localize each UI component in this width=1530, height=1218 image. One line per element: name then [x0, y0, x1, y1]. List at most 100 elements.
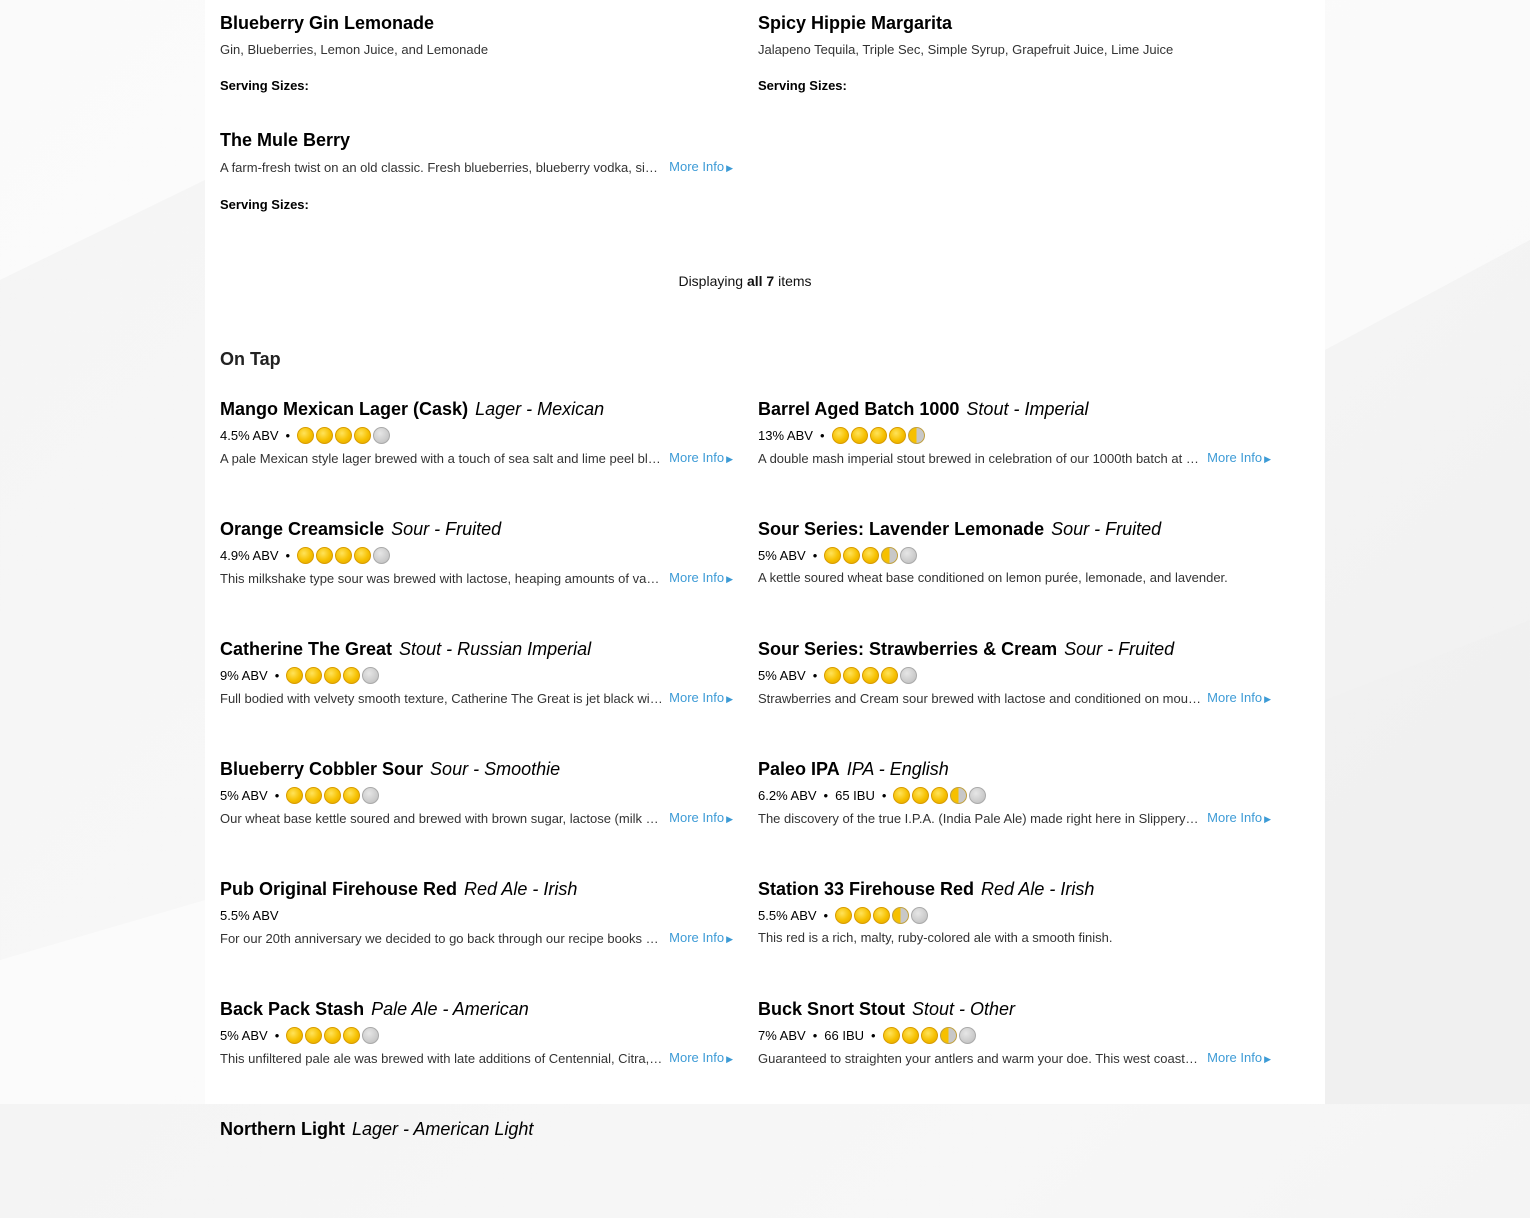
beer-name[interactable]: Paleo IPA	[758, 759, 840, 779]
rating-caps	[893, 786, 987, 804]
bottle-cap-icon	[316, 426, 334, 444]
abv: 9% ABV	[220, 667, 268, 683]
beer-meta: 5% ABV •	[220, 1025, 733, 1045]
cocktail-name: Spicy Hippie Margarita	[758, 13, 953, 33]
abv: 4.5% ABV	[220, 427, 279, 443]
separator-dot: •	[274, 1027, 280, 1043]
serving-sizes-label: Serving Sizes:	[758, 78, 847, 93]
triangle-right-icon: ▶	[726, 934, 733, 944]
abv: 5% ABV	[758, 667, 806, 683]
beer-name[interactable]: Orange Creamsicle	[220, 519, 384, 539]
beer-name[interactable]: Sour Series: Strawberries & Cream	[758, 639, 1057, 659]
beer-meta: 6.2% ABV • 65 IBU •	[758, 785, 1271, 805]
more-info-link[interactable]: More Info ▶	[669, 158, 733, 177]
more-info-link[interactable]: More Info ▶	[1207, 809, 1271, 828]
beer-name[interactable]: Back Pack Stash	[220, 999, 364, 1019]
beer-description: A kettle soured wheat base conditioned o…	[758, 570, 1228, 585]
cocktail-ingredients: Gin, Blueberries, Lemon Juice, and Lemon…	[220, 42, 489, 57]
bottle-cap-icon	[335, 426, 353, 444]
beer-name[interactable]: Mango Mexican Lager (Cask)	[220, 399, 468, 419]
beer-style: Red Ale - Irish	[464, 879, 578, 899]
cocktail-name: The Mule Berry	[220, 130, 351, 150]
bottle-cap-icon	[888, 426, 906, 444]
abv: 5.5% ABV	[758, 907, 817, 923]
more-info-link[interactable]: More Info ▶	[1207, 449, 1271, 468]
ibu: 66 IBU	[824, 1027, 865, 1043]
more-info-link[interactable]: More Info ▶	[669, 809, 733, 828]
beer-name[interactable]: Pub Original Firehouse Red	[220, 879, 457, 899]
bottle-cap-icon	[907, 426, 925, 444]
bottle-cap-icon	[835, 906, 853, 924]
bottle-cap-icon	[824, 666, 842, 684]
bottle-cap-icon	[939, 1026, 957, 1044]
more-info-link[interactable]: More Info ▶	[669, 449, 733, 468]
separator-dot: •	[881, 787, 887, 803]
bottle-cap-icon	[892, 906, 910, 924]
more-info-link[interactable]: More Info ▶	[669, 569, 733, 588]
cocktail-item: The Mule Berry A farm-fresh twist on an …	[220, 117, 733, 234]
beer-style: Pale Ale - American	[371, 999, 529, 1019]
bottle-cap-icon	[881, 666, 899, 684]
triangle-right-icon: ▶	[726, 1054, 733, 1064]
beer-description: A double mash imperial stout brewed in c…	[758, 451, 1201, 466]
beer-style: Stout - Imperial	[966, 399, 1089, 419]
beer-name[interactable]: Buck Snort Stout	[758, 999, 905, 1019]
beer-description: This milkshake type sour was brewed with…	[220, 571, 663, 586]
rating-caps	[882, 1026, 976, 1044]
rating-caps	[286, 1026, 380, 1044]
beer-name[interactable]: Catherine The Great	[220, 639, 392, 659]
beer-description-row: This red is a rich, malty, ruby-colored …	[758, 929, 1271, 946]
beer-style: Sour - Fruited	[1064, 639, 1175, 659]
bottle-cap-icon	[305, 1026, 323, 1044]
abv: 5% ABV	[758, 547, 806, 563]
bottle-cap-icon	[850, 426, 868, 444]
beer-name[interactable]: Barrel Aged Batch 1000	[758, 399, 959, 419]
bottle-cap-icon	[305, 666, 323, 684]
beer-meta	[220, 1145, 733, 1165]
beer-item: Orange Creamsicle Sour - Fruited 4.9% ABV…	[220, 498, 733, 618]
beer-style: Stout - Other	[912, 999, 1016, 1019]
beer-name[interactable]: Blueberry Cobbler Sour	[220, 759, 423, 779]
triangle-right-icon: ▶	[1264, 1054, 1271, 1064]
bottle-cap-icon	[862, 666, 880, 684]
separator-dot: •	[812, 667, 818, 683]
serving-sizes-label: Serving Sizes:	[220, 78, 309, 93]
ibu: 65 IBU	[835, 787, 875, 803]
beer-meta: 9% ABV •	[220, 665, 733, 685]
beer-name[interactable]: Sour Series: Lavender Lemonade	[758, 519, 1044, 539]
beer-description: This unfiltered pale ale was brewed with…	[220, 1051, 663, 1066]
rating-caps	[824, 666, 918, 684]
separator-dot: •	[871, 1027, 876, 1043]
beer-title: Station 33 Firehouse Red Red Ale - Irish	[758, 878, 1271, 900]
separator-dot: •	[274, 667, 280, 683]
bottle-cap-icon	[354, 546, 372, 564]
bottle-cap-icon	[373, 546, 391, 564]
beer-name[interactable]: Station 33 Firehouse Red	[758, 879, 974, 899]
beer-style: Stout - Russian Imperial	[399, 639, 592, 659]
more-info-link[interactable]: More Info ▶	[669, 1049, 733, 1068]
bottle-cap-icon	[931, 786, 949, 804]
beer-description: Full bodied with velvety smooth texture,…	[220, 691, 663, 706]
triangle-right-icon: ▶	[1264, 694, 1271, 704]
bottle-cap-icon	[343, 666, 361, 684]
beer-style: IPA - English	[846, 759, 949, 779]
beer-style: Red Ale - Irish	[981, 879, 1095, 899]
bottle-cap-icon	[901, 1026, 919, 1044]
bottle-cap-icon	[869, 426, 887, 444]
bottle-cap-icon	[831, 426, 849, 444]
more-info-link[interactable]: More Info ▶	[669, 689, 733, 708]
more-info-link[interactable]: More Info ▶	[1207, 689, 1271, 708]
serving-sizes-label: Serving Sizes:	[220, 197, 309, 212]
beer-name[interactable]: Northern Light	[220, 1119, 345, 1139]
rating-caps	[831, 426, 925, 444]
abv: 5% ABV	[220, 787, 268, 803]
cocktail-item: Spicy Hippie Margarita Jalapeno Tequila,…	[758, 0, 1271, 117]
more-info-link[interactable]: More Info ▶	[1207, 1049, 1271, 1068]
beer-meta: 5% ABV •	[220, 785, 733, 805]
bottle-cap-icon	[335, 546, 353, 564]
triangle-right-icon: ▶	[726, 163, 733, 173]
cocktail-description-row: A farm-fresh twist on an old classic. Fr…	[220, 158, 733, 177]
more-info-link[interactable]: More Info ▶	[669, 929, 733, 948]
beer-description: For our 20th anniversary we decided to g…	[220, 931, 663, 946]
section-title: On Tap	[220, 349, 281, 369]
